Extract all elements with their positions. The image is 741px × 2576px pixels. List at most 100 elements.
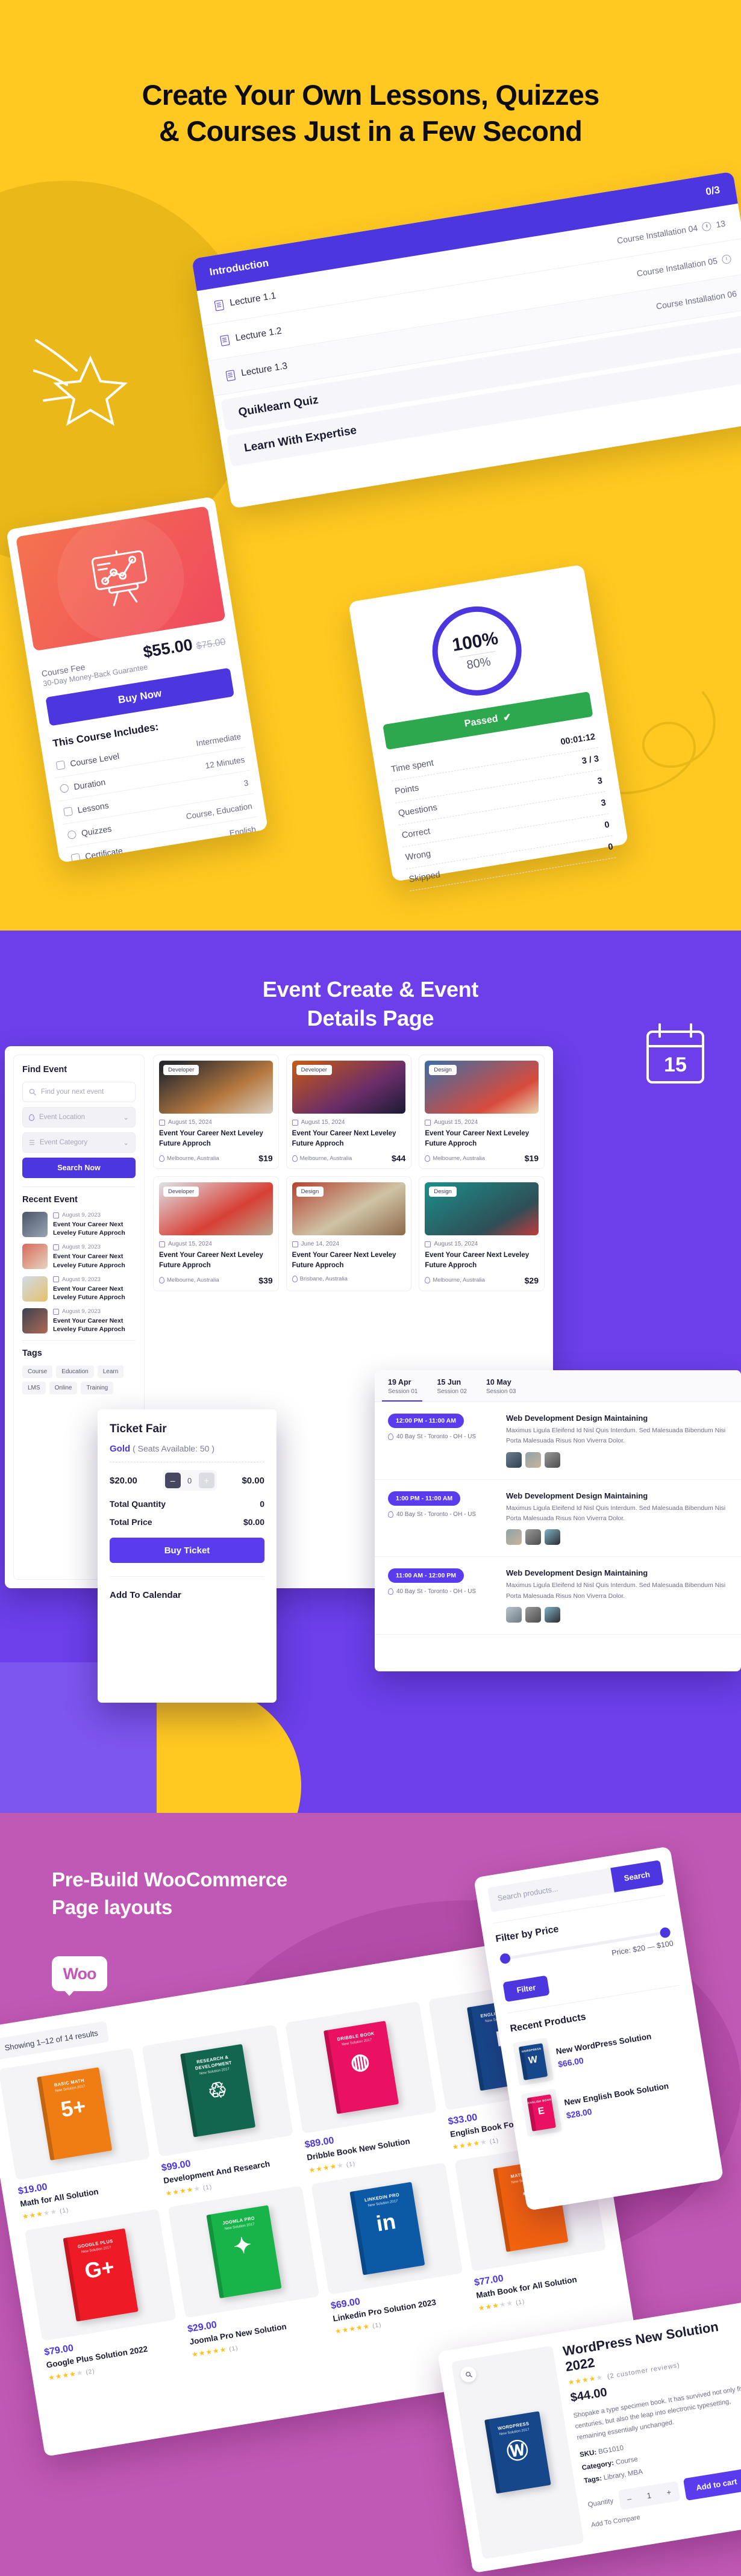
product-card[interactable]: JOOMLA PRO New Solution 2017 ✦ $29.00 Jo… xyxy=(167,2186,327,2359)
tab-session-01[interactable]: 19 Apr Session 01 xyxy=(382,1377,431,1402)
include-left: Duration xyxy=(59,777,106,794)
search-now-button[interactable]: Search Now xyxy=(22,1158,136,1178)
review-count: (2) xyxy=(85,2368,96,2377)
calendar-icon xyxy=(159,1119,165,1126)
location-pin-icon xyxy=(292,1155,298,1162)
add-to-calendar-button[interactable]: Add To Calendar xyxy=(110,1590,264,1600)
category-value[interactable]: Course xyxy=(615,2456,639,2466)
calendar-icon xyxy=(292,1119,298,1126)
event-category-badge: Design xyxy=(429,1065,457,1075)
curriculum-row-right: Course Installation 05 xyxy=(636,254,732,278)
product-card[interactable]: LINKEDIN PRO New Solution 2017 in $69.00… xyxy=(311,2162,469,2336)
avatar xyxy=(545,1452,560,1468)
curriculum-row-left: Lecture 1.2 xyxy=(220,326,283,346)
product-card[interactable]: RESEARCH & DEVELOPMENT New Solution 2017… xyxy=(142,2024,300,2198)
buy-ticket-button[interactable]: Buy Ticket xyxy=(110,1538,264,1563)
recent-event-body: August 9, 2023 Event Your Career Next Le… xyxy=(53,1276,136,1302)
review-count: (1) xyxy=(372,2322,383,2330)
recent-event-date: August 9, 2023 xyxy=(62,1276,101,1283)
event-schedule-panel: 19 Apr Session 01 15 Jun Session 02 10 M… xyxy=(375,1370,741,1671)
include-label: Quizzes xyxy=(80,823,113,838)
tag-item[interactable]: Education xyxy=(56,1365,94,1379)
recent-event-date-row: August 9, 2023 xyxy=(53,1308,136,1315)
lms-title-line1: Create Your Own Lessons, Quizzes xyxy=(142,79,600,111)
product-image: DRIBBLE BOOK New Solution 2017 ◍ xyxy=(285,2001,437,2134)
tag-item[interactable]: LMS xyxy=(22,1382,46,1395)
quiz-stat-label: Correct xyxy=(401,826,431,841)
shooting-star-doodle xyxy=(33,339,128,426)
tags-title: Tags xyxy=(22,1349,42,1359)
calendar-doodle-icon: 15 xyxy=(646,1023,704,1084)
event-date-row: August 15, 2024 xyxy=(292,1119,406,1126)
event-date-row: August 15, 2024 xyxy=(425,1119,539,1126)
slider-knob-min[interactable] xyxy=(499,1953,511,1965)
book-cover: ENGLISH BOOK E xyxy=(527,2094,557,2132)
event-card[interactable]: Developer August 15, 2024 Event Your Car… xyxy=(286,1055,412,1170)
recent-event-thumb xyxy=(22,1212,48,1237)
event-price: $19 xyxy=(258,1153,273,1164)
product-search-button[interactable]: Search xyxy=(610,1860,664,1892)
product-card[interactable]: GOOGLE PLUS New Solution 2017 G+ $79.00 … xyxy=(24,2209,183,2383)
slider-knob-max[interactable] xyxy=(659,1927,671,1939)
sku-value: BG1010 xyxy=(598,2444,624,2456)
list-item[interactable]: August 9, 2023 Event Your Career Next Le… xyxy=(22,1308,136,1334)
list-item[interactable]: August 9, 2023 Event Your Career Next Le… xyxy=(22,1276,136,1302)
list-item[interactable]: August 9, 2023 Event Your Career Next Le… xyxy=(22,1212,136,1237)
zoom-icon[interactable] xyxy=(459,2365,478,2384)
event-section-title: Event Create & Event Details Page xyxy=(0,975,741,1032)
tag-item[interactable]: Online xyxy=(49,1382,78,1395)
event-price: $29 xyxy=(524,1275,539,1285)
quiz-status-label: Passed xyxy=(463,713,499,729)
quantity-decrement-button[interactable]: – xyxy=(164,1473,181,1488)
event-name: Event Your Career Next Leveley Future Ap… xyxy=(425,1130,530,1147)
book-cover: WORDPRESS New Solution 2017 Ⓦ xyxy=(484,2411,551,2494)
tag-item[interactable]: Learn xyxy=(97,1365,124,1379)
event-footer: Melbourne, Australia $19 xyxy=(425,1153,539,1163)
total-quantity-row: Total Quantity 0 xyxy=(110,1499,264,1509)
include-left: Quizzes xyxy=(67,823,112,840)
sku-label: SKU: xyxy=(579,2448,598,2459)
include-value: English xyxy=(228,824,257,838)
curriculum-row-right: Course Installation 04 13 xyxy=(616,219,726,246)
event-location-row: Melbourne, Australia xyxy=(425,1277,485,1284)
tag-item[interactable]: Training xyxy=(81,1382,114,1395)
quantity-value[interactable]: 0 xyxy=(181,1476,199,1485)
event-category-select[interactable]: ☰ Event Category ⌄ xyxy=(22,1132,136,1153)
ticket-seats: ( Seats Available: 50 ) xyxy=(133,1444,214,1453)
book-cover-title: WORDPRESS xyxy=(521,2047,542,2053)
event-search-input[interactable]: Find your next event xyxy=(22,1082,136,1102)
document-icon xyxy=(214,299,225,311)
location-pin-icon xyxy=(388,1433,393,1440)
tab-session-02[interactable]: 15 Jun Session 02 xyxy=(431,1377,480,1402)
add-to-cart-button[interactable]: Add to cart xyxy=(683,2468,741,2501)
event-card[interactable]: Developer August 15, 2024 Event Your Car… xyxy=(153,1055,279,1170)
tag-item[interactable]: Course xyxy=(22,1365,53,1379)
tab-session-03[interactable]: 10 May Session 03 xyxy=(480,1377,529,1402)
include-value: 3 xyxy=(243,778,249,788)
schedule-item-body: Web Development Design Maintaining Maxim… xyxy=(506,1568,728,1623)
include-value: 12 Minutes xyxy=(204,755,246,770)
quantity-value[interactable]: 1 xyxy=(637,2484,660,2507)
lms-title: Create Your Own Lessons, Quizzes & Cours… xyxy=(0,77,741,149)
product-card[interactable]: DRIBBLE BOOK New Solution 2017 ◍ $89.00 … xyxy=(285,2001,443,2175)
quantity-increment-button[interactable]: + xyxy=(198,1473,214,1488)
event-image: Design xyxy=(425,1182,539,1236)
list-item[interactable]: August 9, 2023 Event Your Career Next Le… xyxy=(22,1244,136,1270)
quantity-increment-button[interactable]: + xyxy=(657,2481,680,2504)
quantity-decrement-button[interactable]: – xyxy=(618,2487,641,2510)
product-card[interactable]: BASIC MATH New Solution 2017 5+ $19.00 M… xyxy=(0,2047,157,2221)
calendar-icon xyxy=(53,1276,59,1283)
event-image: Design xyxy=(292,1182,406,1236)
recent-event-date-row: August 9, 2023 xyxy=(53,1212,136,1218)
product-search-input[interactable]: Search products... xyxy=(487,1868,614,1913)
include-value: Course, Education xyxy=(185,801,253,821)
event-card[interactable]: Design August 15, 2024 Event Your Career… xyxy=(419,1176,545,1291)
event-card[interactable]: Design June 14, 2024 Event Your Career N… xyxy=(286,1176,412,1291)
event-card[interactable]: Design August 15, 2024 Event Your Career… xyxy=(419,1055,545,1170)
event-location-select[interactable]: Event Location ⌄ xyxy=(22,1107,136,1127)
include-left: Course Level xyxy=(55,751,120,771)
lms-hero-section: Create Your Own Lessons, Quizzes & Cours… xyxy=(0,0,741,931)
quiz-stat-value: 3 / 3 xyxy=(581,753,600,767)
filter-button[interactable]: Filter xyxy=(502,1975,550,2003)
event-card[interactable]: Developer August 15, 2024 Event Your Car… xyxy=(153,1176,279,1291)
